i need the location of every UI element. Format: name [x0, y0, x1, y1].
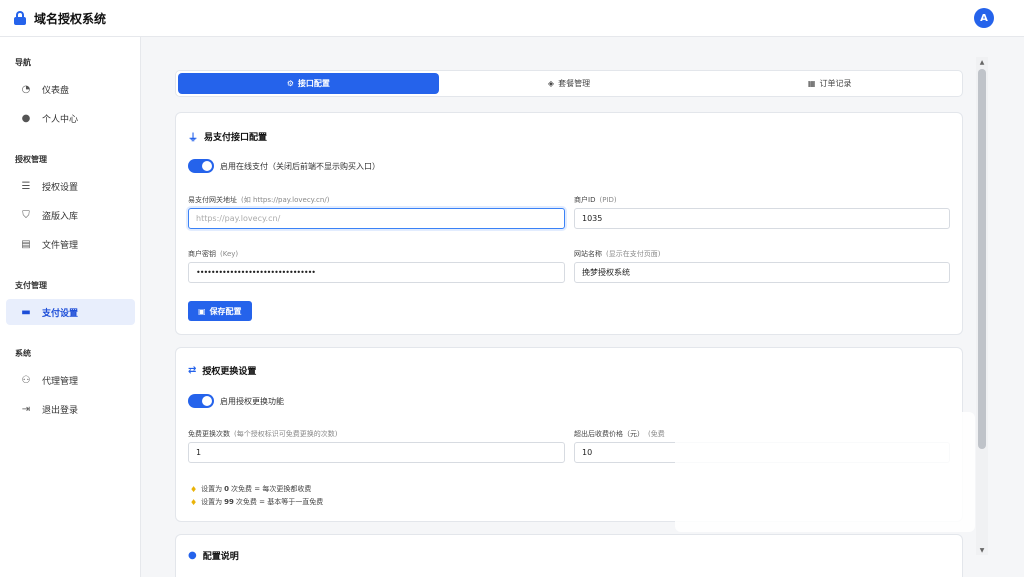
tab-api-config[interactable]: ⚙ 接口配置 — [178, 73, 439, 94]
sidebar-item-profile[interactable]: ● 个人中心 — [6, 105, 135, 131]
sidebar-item-label: 仪表盘 — [42, 85, 70, 96]
gateway-input[interactable]: https://pay.lovecy.cn/ — [188, 208, 565, 229]
save-config-button[interactable]: ▣ 保存配置 — [188, 301, 252, 321]
key-input[interactable]: •••••••••••••••••••••••••••••••• — [188, 262, 565, 283]
gateway-label: 易支付网关地址 (如 https://pay.lovecy.cn/) — [188, 196, 330, 204]
sidebar-item-label: 个人中心 — [42, 114, 79, 125]
scroll-thumb[interactable] — [978, 69, 986, 449]
swap-icon: ⇄ — [188, 365, 197, 376]
sidebar-item-files[interactable]: ▤ 文件管理 — [6, 231, 135, 257]
receipt-icon: ▦ — [807, 79, 816, 88]
lightbulb-icon: ♦ — [190, 497, 198, 507]
top-bar: 域名授权系统 A — [0, 0, 1024, 37]
sidebar-item-label: 代理管理 — [42, 376, 79, 387]
sidebar-item-label: 退出登录 — [42, 405, 79, 416]
sidebar-item-dashboard[interactable]: ◔ 仪表盘 — [6, 76, 135, 102]
online-pay-toggle-row: 启用在线支付（关闭后前端不显示购买入口） — [188, 159, 380, 173]
free-times-label: 免费更换次数 (每个授权标识可免费更换的次数) — [188, 430, 338, 438]
sidebar-item-license-settings[interactable]: ☰ 授权设置 — [6, 173, 135, 199]
info-icon: ● — [188, 550, 197, 561]
nav-section-license: 授权管理 — [15, 155, 47, 164]
license-change-toggle[interactable] — [188, 394, 214, 408]
tab-orders[interactable]: ▦ 订单记录 — [699, 73, 960, 94]
tab-packages[interactable]: ◈ 套餐管理 — [439, 73, 700, 94]
scrollbar[interactable]: ▲ ▼ — [976, 57, 988, 555]
sidebar-item-label: 盗版入库 — [42, 211, 79, 222]
app-title: 域名授权系统 — [34, 11, 107, 26]
brand[interactable]: 域名授权系统 — [14, 10, 106, 27]
config-notes-card: ● 配置说明 — [175, 534, 963, 577]
card-title: ● 配置说明 — [188, 550, 239, 562]
nav-section-payment: 支付管理 — [15, 281, 47, 290]
tip-ninety-nine-free: ♦ 设置为 99 次免费 = 基本等于一直免费 — [190, 497, 324, 507]
card-title: ⏚ 易支付接口配置 — [188, 129, 267, 144]
dashboard-icon: ◔ — [21, 83, 31, 95]
free-times-input[interactable]: 1 — [188, 442, 565, 463]
avatar[interactable]: A — [974, 8, 994, 28]
pid-input[interactable]: 1035 — [574, 208, 950, 229]
pay-config-card: ⏚ 易支付接口配置 启用在线支付（关闭后前端不显示购买入口） 易支付网关地址 (如… — [175, 112, 963, 335]
sidebar-item-piracy[interactable]: ⛉ 盗版入库 — [6, 202, 135, 228]
sidebar-item-label: 支付设置 — [42, 308, 79, 319]
sidebar-item-label: 授权设置 — [42, 182, 79, 193]
users-icon: ⚇ — [21, 374, 31, 386]
lightbulb-icon: ♦ — [190, 484, 198, 494]
price-label: 超出后收费价格（元） (免费 — [574, 430, 665, 438]
sidebar: 导航 ◔ 仪表盘 ● 个人中心 授权管理 ☰ 授权设置 ⛉ 盗版入库 ▤ 文件管… — [0, 37, 141, 577]
scroll-down-arrow[interactable]: ▼ — [976, 545, 988, 555]
lock-icon — [14, 11, 26, 25]
nav-section-nav: 导航 — [15, 58, 31, 67]
site-name-input[interactable]: 挽梦授权系统 — [574, 262, 950, 283]
credit-card-icon: ▬ — [21, 306, 31, 318]
nav-section-system: 系统 — [15, 349, 31, 358]
main-content: ⚙ 接口配置 ◈ 套餐管理 ▦ 订单记录 ⏚ 易支付接口配置 启用在线支付（关闭… — [141, 37, 976, 577]
plug-icon: ⏚ — [188, 133, 198, 144]
license-change-toggle-row: 启用授权更换功能 — [188, 394, 284, 408]
shield-icon: ⛉ — [22, 209, 30, 221]
blurred-overlay — [675, 412, 975, 532]
tab-bar: ⚙ 接口配置 ◈ 套餐管理 ▦ 订单记录 — [175, 70, 963, 97]
save-icon: ▣ — [198, 306, 206, 316]
sidebar-item-logout[interactable]: ⇥ 退出登录 — [6, 396, 135, 422]
sidebar-item-label: 文件管理 — [42, 240, 79, 251]
scroll-up-arrow[interactable]: ▲ — [976, 57, 988, 67]
user-icon: ● — [21, 112, 31, 124]
card-title: ⇄ 授权更换设置 — [188, 365, 257, 377]
gear-icon: ⚙ — [286, 79, 294, 88]
sliders-icon: ☰ — [21, 180, 31, 192]
tag-icon: ◈ — [547, 79, 555, 88]
pid-label: 商户ID (PID) — [574, 196, 617, 204]
key-label: 商户密钥 (Key) — [188, 250, 239, 258]
logout-icon: ⇥ — [21, 403, 31, 415]
online-pay-toggle[interactable] — [188, 159, 214, 173]
site-name-label: 网站名称 (显示在支付页面) — [574, 250, 661, 258]
file-icon: ▤ — [21, 238, 31, 250]
sidebar-item-payment-settings[interactable]: ▬ 支付设置 — [6, 299, 135, 325]
sidebar-item-agents[interactable]: ⚇ 代理管理 — [6, 367, 135, 393]
tip-zero-free: ♦ 设置为 0 次免费 = 每次更换都收费 — [190, 484, 312, 494]
